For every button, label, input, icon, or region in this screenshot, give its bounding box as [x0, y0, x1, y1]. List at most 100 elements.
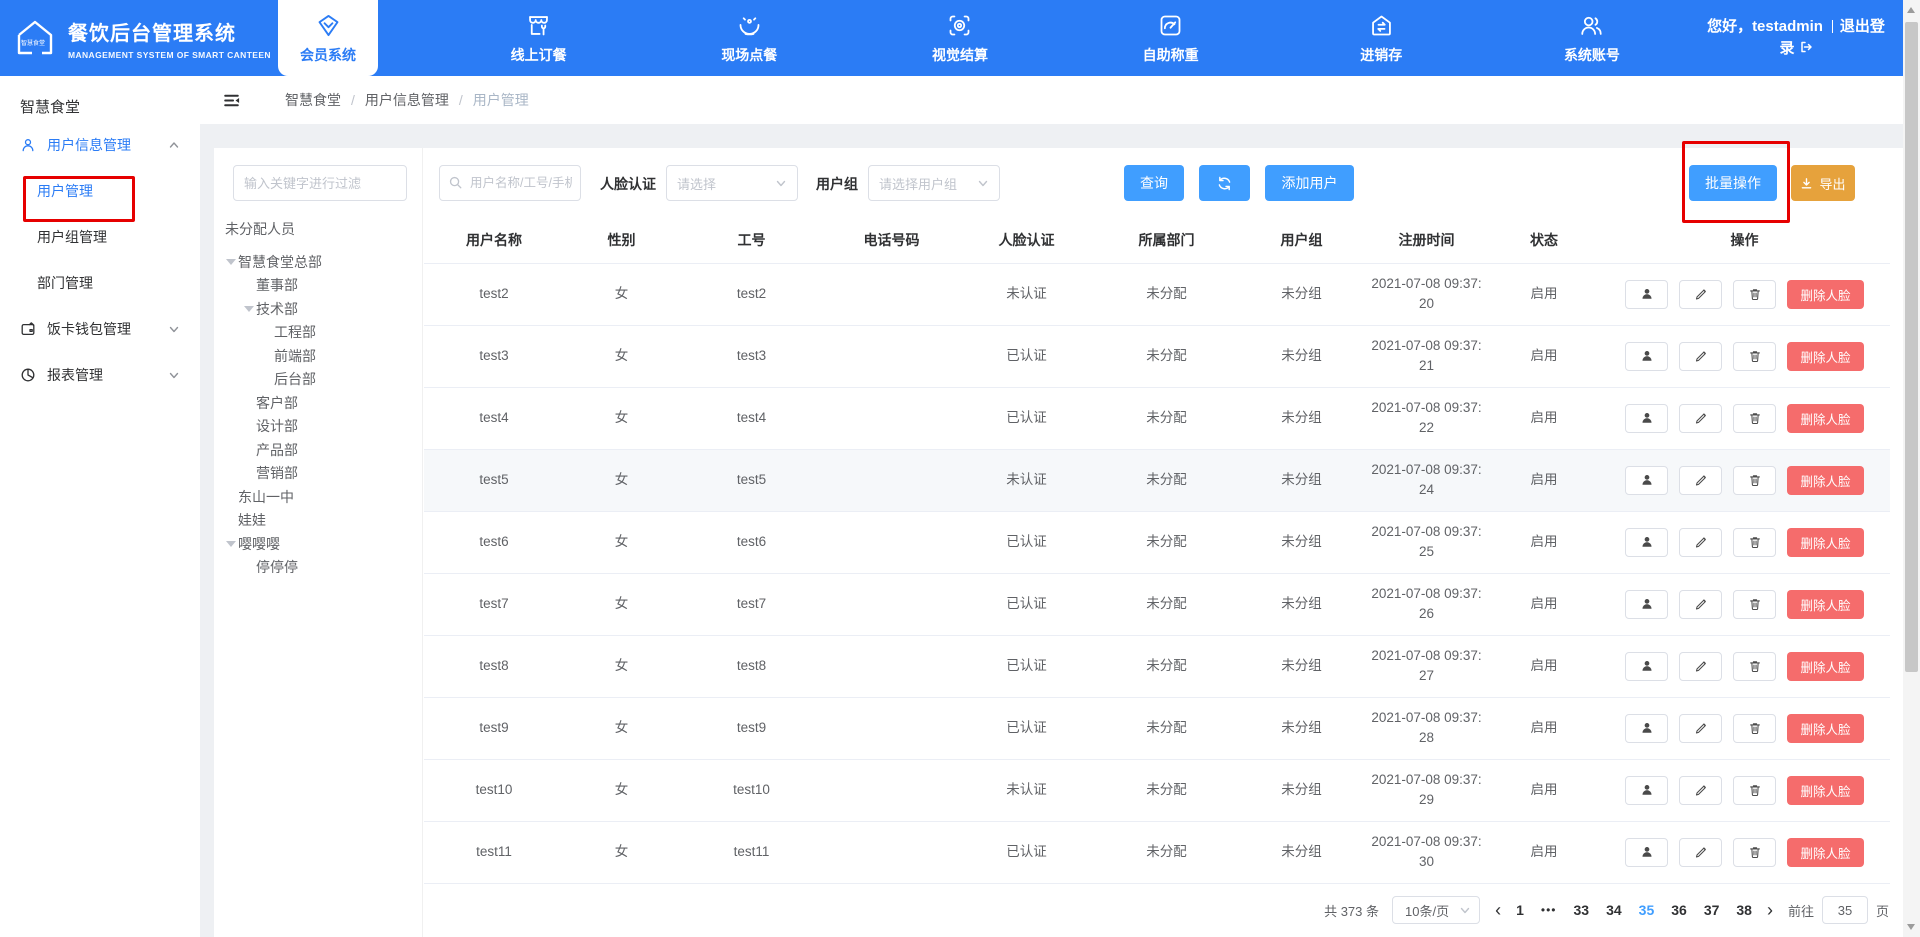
tree-node[interactable]: 董事部 [214, 274, 422, 298]
user-photo-button[interactable] [1625, 528, 1668, 557]
tree-node[interactable]: 后台部 [214, 368, 422, 392]
page-number[interactable]: 1 [1516, 902, 1524, 918]
edit-button[interactable] [1679, 280, 1722, 309]
edit-button[interactable] [1679, 466, 1722, 495]
collapse-menu-icon[interactable] [222, 91, 241, 110]
page-number[interactable]: 36 [1671, 902, 1687, 918]
breadcrumb-item[interactable]: 智慧食堂 [285, 90, 341, 110]
tree-node[interactable]: 智慧食堂总部 [214, 250, 422, 274]
tree-filter-input[interactable] [233, 165, 407, 201]
user-group-select[interactable]: 请选择用户组 [868, 165, 1000, 201]
sidebar-item-dept-mgmt[interactable]: 部门管理 [0, 260, 200, 306]
delete-button[interactable] [1733, 466, 1776, 495]
page-number[interactable]: 33 [1574, 902, 1590, 918]
nav-tab-membership[interactable]: 会员系统 [278, 0, 378, 76]
user-photo-button[interactable] [1625, 590, 1668, 619]
delete-button[interactable] [1733, 714, 1776, 743]
delete-button[interactable] [1733, 776, 1776, 805]
delete-face-button[interactable]: 删除人脸 [1787, 776, 1863, 805]
delete-button[interactable] [1733, 404, 1776, 433]
delete-button[interactable] [1733, 838, 1776, 867]
delete-face-button[interactable]: 删除人脸 [1787, 652, 1863, 681]
tree-node[interactable]: 嘤嘤嘤 [214, 532, 422, 556]
batch-operation-button[interactable]: 批量操作 [1689, 165, 1777, 201]
page-number[interactable]: 37 [1704, 902, 1720, 918]
tree-item-unassigned[interactable]: 未分配人员 [225, 216, 295, 242]
tree-node[interactable]: 工程部 [214, 321, 422, 345]
delete-button[interactable] [1733, 342, 1776, 371]
edit-button[interactable] [1679, 838, 1722, 867]
face-auth-select[interactable]: 请选择 [666, 165, 798, 201]
tree-node[interactable]: 营销部 [214, 462, 422, 486]
tree-node[interactable]: 产品部 [214, 438, 422, 462]
scrollbar-thumb[interactable] [1905, 22, 1918, 672]
delete-face-button[interactable]: 删除人脸 [1787, 528, 1863, 557]
refresh-button[interactable] [1199, 165, 1250, 201]
delete-face-button[interactable]: 删除人脸 [1787, 466, 1863, 495]
delete-face-button[interactable]: 删除人脸 [1787, 714, 1863, 743]
next-page-button[interactable]: › [1765, 901, 1775, 919]
delete-face-button[interactable]: 删除人脸 [1787, 838, 1863, 867]
user-photo-button[interactable] [1625, 342, 1668, 371]
edit-button[interactable] [1679, 652, 1722, 681]
export-button[interactable]: 导出 [1791, 165, 1855, 201]
delete-button[interactable] [1733, 280, 1776, 309]
tree-node[interactable]: 技术部 [214, 297, 422, 321]
tree-node[interactable]: 客户部 [214, 391, 422, 415]
user-photo-button[interactable] [1625, 466, 1668, 495]
user-photo-button[interactable] [1625, 838, 1668, 867]
nav-tab-inventory[interactable]: 进销存 [1331, 0, 1431, 76]
scrollbar-up-arrow-icon[interactable] [1907, 7, 1915, 13]
edit-button[interactable] [1679, 342, 1722, 371]
edit-button[interactable] [1679, 714, 1722, 743]
tree-node[interactable]: 前端部 [214, 344, 422, 368]
breadcrumb-item[interactable]: 用户信息管理 [365, 90, 449, 110]
sidebar-group-wallet[interactable]: 饭卡钱包管理 [0, 306, 200, 352]
user-photo-button[interactable] [1625, 652, 1668, 681]
delete-face-button[interactable]: 删除人脸 [1787, 280, 1863, 309]
delete-face-button[interactable]: 删除人脸 [1787, 404, 1863, 433]
page-size-select[interactable]: 10条/页 [1392, 896, 1480, 924]
user-photo-button[interactable] [1625, 404, 1668, 433]
logout-icon[interactable] [1799, 40, 1813, 54]
nav-tab-system-accounts[interactable]: 系统账号 [1542, 0, 1642, 76]
add-user-button[interactable]: 添加用户 [1265, 165, 1354, 201]
nav-tab-self-weighing[interactable]: 自助称重 [1121, 0, 1221, 76]
caret-down-icon[interactable] [244, 306, 254, 312]
scrollbar-down-arrow-icon[interactable] [1907, 924, 1915, 930]
page-number-active[interactable]: 35 [1639, 902, 1655, 918]
goto-page-input[interactable] [1822, 896, 1868, 924]
prev-page-button[interactable]: ‹ [1493, 901, 1503, 919]
sidebar-group-user-info[interactable]: 用户信息管理 [0, 122, 200, 168]
user-photo-button[interactable] [1625, 776, 1668, 805]
tree-node[interactable]: 东山一中 [214, 485, 422, 509]
page-number[interactable]: 38 [1736, 902, 1752, 918]
user-photo-button[interactable] [1625, 280, 1668, 309]
delete-face-button[interactable]: 删除人脸 [1787, 590, 1863, 619]
tree-node[interactable]: 停停停 [214, 556, 422, 580]
sidebar-group-report[interactable]: 报表管理 [0, 352, 200, 398]
caret-down-icon[interactable] [226, 541, 236, 547]
edit-button[interactable] [1679, 404, 1722, 433]
tree-node[interactable]: 娃娃 [214, 509, 422, 533]
nav-tab-online-order[interactable]: 线上订餐 [489, 0, 589, 76]
delete-button[interactable] [1733, 652, 1776, 681]
query-button[interactable]: 查询 [1124, 165, 1184, 201]
cell-user-group: 未分组 [1239, 635, 1364, 697]
page-ellipsis[interactable]: ••• [1541, 903, 1557, 917]
nav-tab-vision-checkout[interactable]: 视觉结算 [910, 0, 1010, 76]
edit-button[interactable] [1679, 528, 1722, 557]
caret-down-icon[interactable] [226, 259, 236, 265]
window-scrollbar[interactable] [1903, 0, 1920, 937]
page-number[interactable]: 34 [1606, 902, 1622, 918]
sidebar-item-user-mgmt[interactable]: 用户管理 [0, 168, 200, 214]
delete-button[interactable] [1733, 590, 1776, 619]
user-photo-button[interactable] [1625, 714, 1668, 743]
delete-button[interactable] [1733, 528, 1776, 557]
nav-tab-onsite-order[interactable]: 现场点餐 [699, 0, 799, 76]
delete-face-button[interactable]: 删除人脸 [1787, 342, 1863, 371]
edit-button[interactable] [1679, 590, 1722, 619]
tree-node[interactable]: 设计部 [214, 415, 422, 439]
edit-button[interactable] [1679, 776, 1722, 805]
sidebar-item-user-group-mgmt[interactable]: 用户组管理 [0, 214, 200, 260]
